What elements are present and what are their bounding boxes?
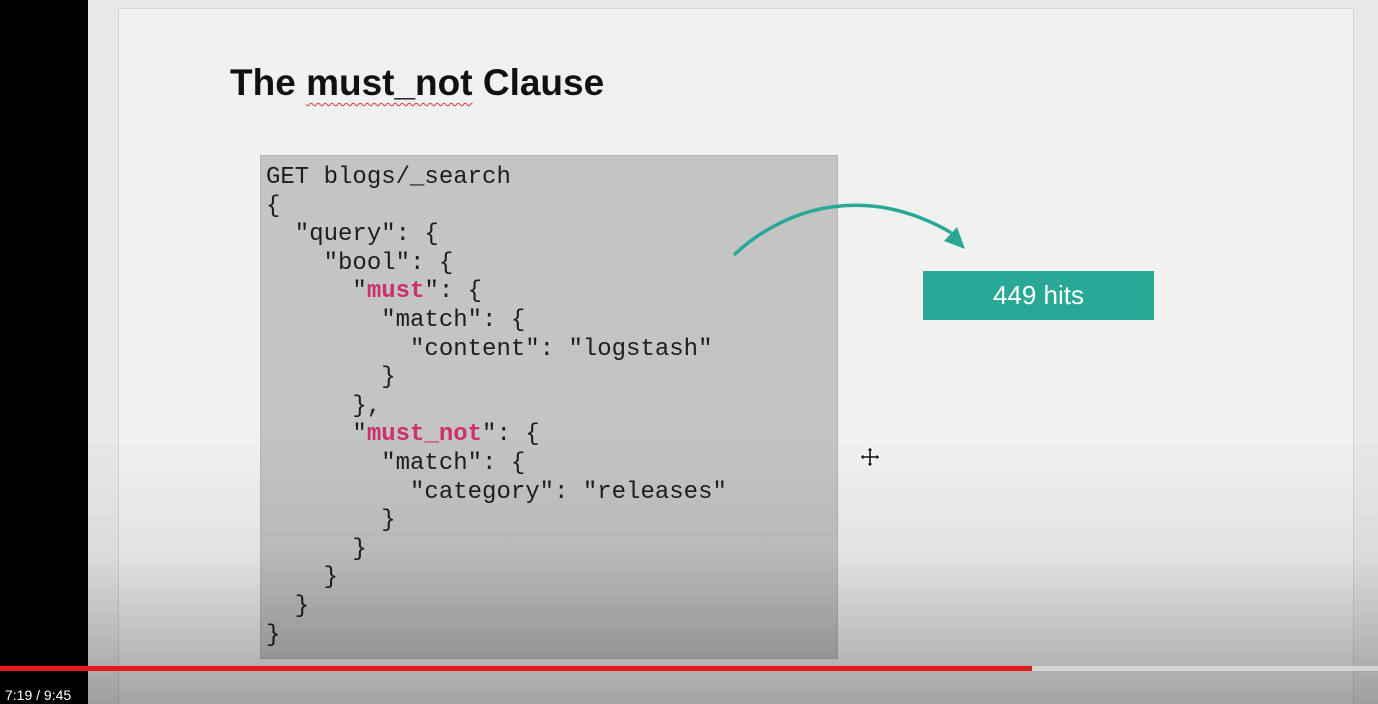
slide-title-suffix: Clause — [472, 62, 605, 103]
code-segment: " — [266, 421, 367, 449]
code-text: GET blogs/_search{ "query": { "bool": { … — [266, 164, 727, 650]
code-segment: } — [266, 621, 281, 649]
slide-title-prefix: The — [230, 62, 307, 103]
code-keyword: must_not — [366, 421, 483, 449]
code-segment: "match": { — [266, 449, 526, 477]
code-segment: } — [266, 364, 396, 392]
code-line: } — [266, 536, 727, 565]
code-block: GET blogs/_search{ "query": { "bool": { … — [260, 155, 838, 659]
code-segment: ": { — [482, 421, 540, 449]
code-segment: ": { — [424, 278, 483, 306]
code-line: { — [266, 193, 727, 222]
progress-bar[interactable] — [0, 666, 1378, 671]
slide-title: The must_not Clause — [230, 61, 604, 105]
code-segment: } — [266, 592, 310, 620]
code-line: } — [266, 564, 727, 593]
code-segment: { — [266, 192, 281, 220]
code-line: } — [266, 622, 727, 651]
move-cursor-icon — [859, 446, 881, 468]
code-line: "category": "releases" — [266, 479, 727, 508]
code-segment: } — [266, 535, 367, 563]
code-line: } — [266, 364, 727, 393]
code-segment: "match": { — [266, 306, 526, 334]
code-line: "match": { — [266, 450, 727, 479]
code-line: } — [266, 507, 727, 536]
video-frame[interactable]: The must_not Clause GET blogs/_search{ "… — [88, 0, 1378, 704]
code-segment: "query": { — [266, 221, 439, 249]
code-segment: } — [266, 564, 339, 592]
time-display: 7:19 / 9:45 — [5, 687, 72, 703]
code-segment: }, — [266, 392, 382, 420]
code-segment: " — [266, 278, 367, 306]
code-keyword: must — [366, 278, 425, 306]
code-segment: GET blogs/_search — [266, 164, 511, 191]
slide: The must_not Clause GET blogs/_search{ "… — [118, 8, 1354, 704]
code-segment: "content": "logstash" — [266, 335, 713, 363]
code-line: "must": { — [266, 278, 727, 307]
code-line: } — [266, 593, 727, 622]
code-line: "content": "logstash" — [266, 336, 727, 365]
progress-played — [0, 666, 1032, 671]
code-segment: "bool": { — [266, 249, 454, 277]
code-line: "match": { — [266, 307, 727, 336]
code-segment: "category": "releases" — [266, 478, 727, 506]
code-segment: } — [266, 507, 396, 535]
hits-badge: 449 hits — [923, 271, 1154, 320]
slide-title-term: must_not — [306, 62, 473, 103]
code-line: "bool": { — [266, 250, 727, 279]
code-line: "must_not": { — [266, 421, 727, 450]
code-line: "query": { — [266, 221, 727, 250]
code-line: }, — [266, 393, 727, 422]
code-line: GET blogs/_search — [266, 164, 727, 193]
video-player[interactable]: The must_not Clause GET blogs/_search{ "… — [0, 0, 1378, 704]
